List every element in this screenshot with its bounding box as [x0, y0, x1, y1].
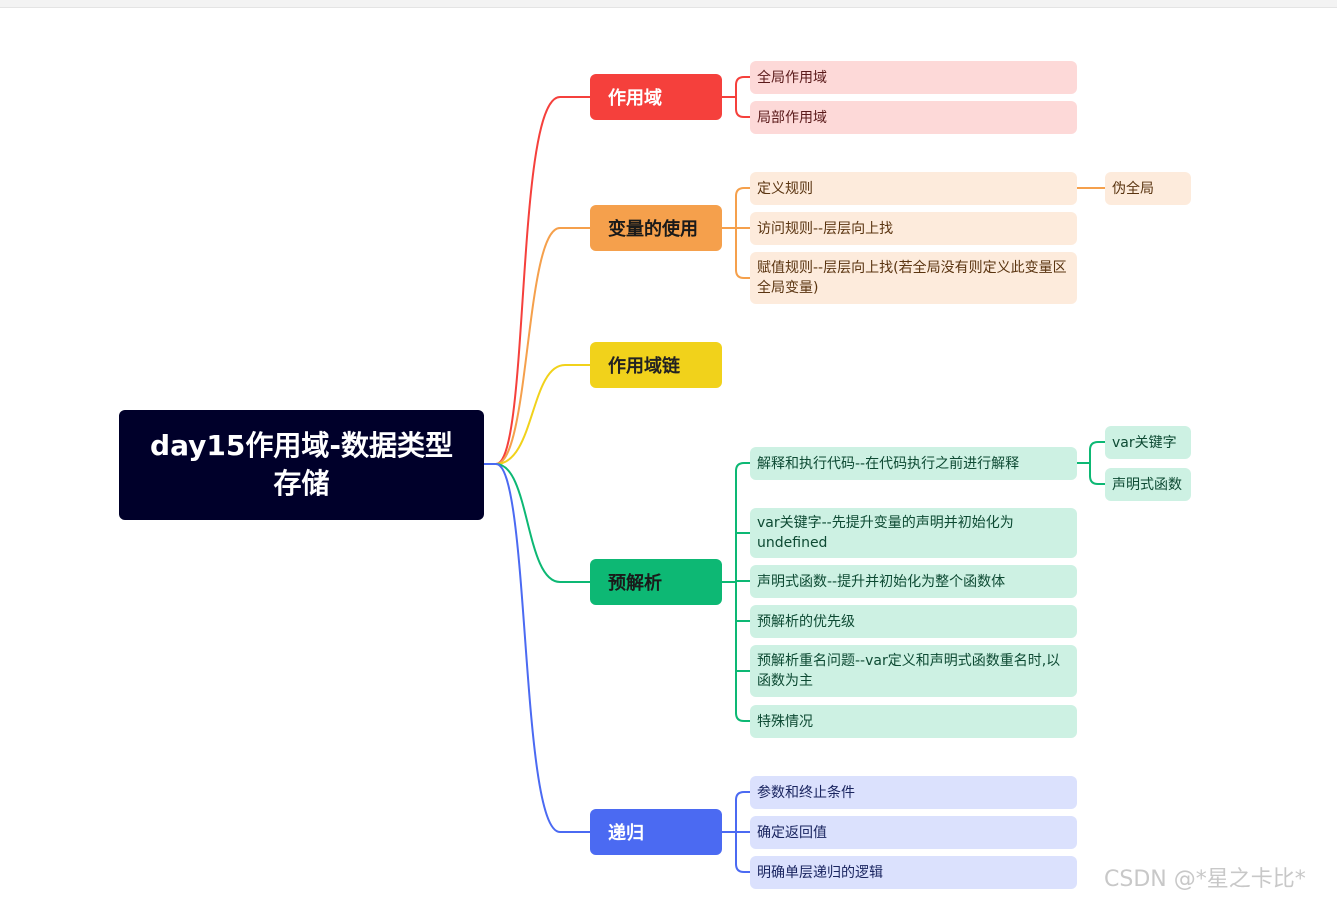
branch-preparse-label: 预解析	[608, 573, 662, 594]
branch-variable-label: 变量的使用	[608, 219, 698, 240]
leaf-special-cases[interactable]: 特殊情况	[750, 705, 1077, 738]
branch-chain-label: 作用域链	[608, 356, 680, 377]
branch-scope-chain[interactable]: 作用域链	[590, 342, 722, 388]
leaf-label: 声明式函数--提升并初始化为整个函数体	[757, 573, 1006, 590]
leaf-global-scope[interactable]: 全局作用域	[750, 61, 1077, 94]
leaf-function-declaration[interactable]: 声明式函数--提升并初始化为整个函数体	[750, 565, 1077, 598]
link-variable	[483, 227, 591, 465]
leaf-params-termination[interactable]: 参数和终止条件	[750, 776, 1077, 809]
leaf-label: 确定返回值	[757, 824, 827, 841]
branch-preparse[interactable]: 预解析	[590, 559, 722, 605]
root-title: day15作用域-数据类型存储	[150, 429, 453, 500]
watermark: CSDN @*星之卡比*	[1104, 867, 1306, 892]
leaf-label: 定义规则	[757, 180, 813, 197]
leaf-label: var关键字--先提升变量的声明并初始化为undefined	[757, 515, 1014, 551]
leaf-preparse-priority[interactable]: 预解析的优先级	[750, 605, 1077, 638]
leaf-return-value[interactable]: 确定返回值	[750, 816, 1077, 849]
leaf-label: 解释和执行代码--在代码执行之前进行解释	[757, 455, 1020, 472]
leaf-sub-function-declaration[interactable]: 声明式函数	[1105, 468, 1191, 501]
leaf-label: 声明式函数	[1112, 476, 1182, 493]
leaf-interpret-execute[interactable]: 解释和执行代码--在代码执行之前进行解释	[750, 447, 1077, 480]
leaf-name-conflict[interactable]: 预解析重名问题--var定义和声明式函数重名时,以函数为主	[750, 645, 1077, 697]
leaf-access-rule[interactable]: 访问规则--层层向上找	[750, 212, 1077, 245]
leaf-single-level-logic[interactable]: 明确单层递归的逻辑	[750, 856, 1077, 889]
branch-recursion-label: 递归	[608, 823, 644, 844]
root-topic[interactable]: day15作用域-数据类型存储	[119, 410, 484, 520]
leaf-var-keyword[interactable]: var关键字--先提升变量的声明并初始化为undefined	[750, 508, 1077, 558]
leaf-label: 参数和终止条件	[757, 784, 855, 801]
leaf-label: 明确单层递归的逻辑	[757, 864, 883, 881]
leaf-label: 预解析重名问题--var定义和声明式函数重名时,以函数为主	[757, 653, 1061, 689]
leaf-define-rule[interactable]: 定义规则	[750, 172, 1077, 205]
leaf-label: 全局作用域	[757, 69, 827, 86]
branch-recursion[interactable]: 递归	[590, 809, 722, 855]
leaf-label: 赋值规则--层层向上找(若全局没有则定义此变量区全局变量)	[757, 260, 1067, 296]
branch-scope-label: 作用域	[608, 88, 662, 109]
leaf-label: 局部作用域	[757, 109, 827, 126]
leaf-assign-rule[interactable]: 赋值规则--层层向上找(若全局没有则定义此变量区全局变量)	[750, 252, 1077, 304]
leaf-sub-var-keyword[interactable]: var关键字	[1105, 426, 1191, 459]
leaf-label: var关键字	[1112, 434, 1177, 451]
leaf-label: 预解析的优先级	[757, 613, 855, 630]
link-preparse	[483, 463, 591, 583]
branch-scope[interactable]: 作用域	[590, 74, 722, 120]
leaf-label: 特殊情况	[757, 713, 813, 730]
leaf-label: 访问规则--层层向上找	[757, 220, 894, 237]
link-chain	[483, 364, 591, 465]
leaf-pseudo-global[interactable]: 伪全局	[1105, 172, 1191, 205]
link-recursion	[483, 463, 591, 833]
leaf-local-scope[interactable]: 局部作用域	[750, 101, 1077, 134]
leaf-label: 伪全局	[1112, 180, 1154, 197]
branch-variable[interactable]: 变量的使用	[590, 205, 722, 251]
